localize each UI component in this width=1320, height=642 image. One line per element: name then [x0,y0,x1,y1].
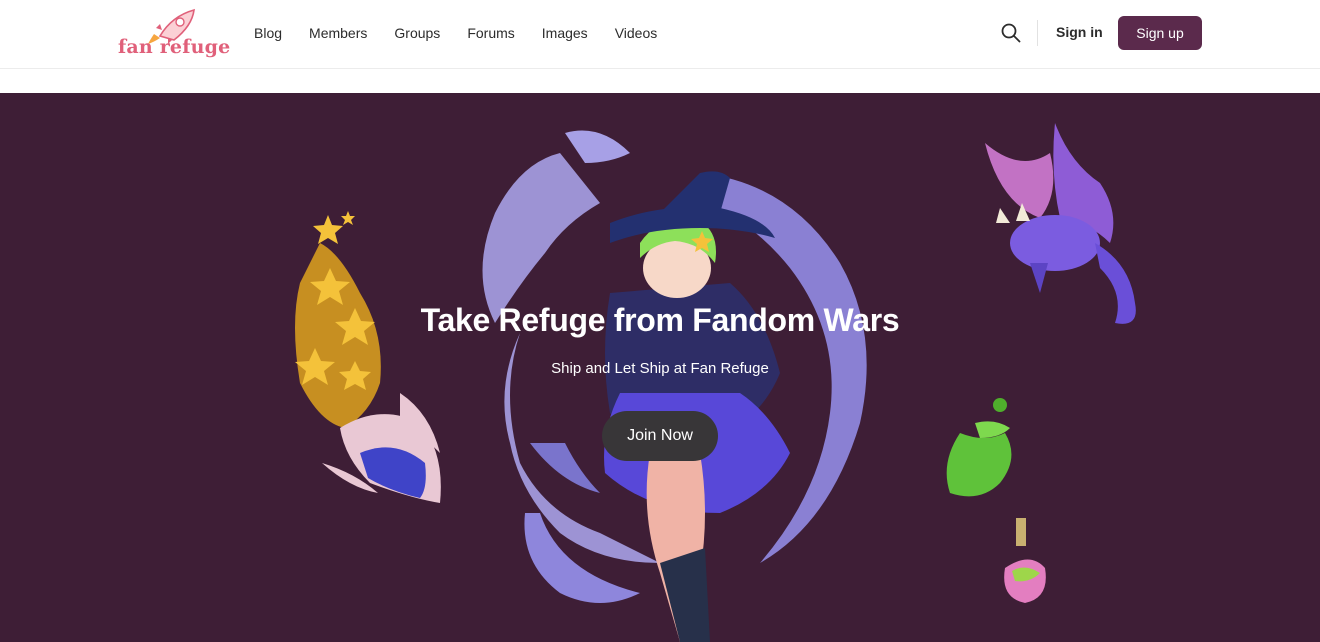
witch-character-illustration [482,130,867,642]
main-nav: Blog Members Groups Forums Images Videos [254,0,684,65]
sign-in-link[interactable]: Sign in [1056,24,1103,40]
search-button[interactable] [1000,22,1022,44]
hero-subtitle: Ship and Let Ship at Fan Refuge [551,360,769,377]
potion-illustration [946,398,1046,603]
hero-banner: Take Refuge from Fandom Wars Ship and Le… [0,93,1320,642]
nav-item-videos[interactable]: Videos [615,25,658,41]
search-icon [1001,23,1021,43]
site-header: fan refuge Blog Members Groups Forums Im… [0,0,1320,69]
nav-item-images[interactable]: Images [542,25,588,41]
sign-up-button[interactable]: Sign up [1118,16,1202,50]
nav-item-groups[interactable]: Groups [394,25,440,41]
nav-item-members[interactable]: Members [309,25,367,41]
logo-text: fan refuge [118,36,231,58]
nav-item-forums[interactable]: Forums [467,25,514,41]
dragon-illustration [985,123,1136,324]
join-now-button[interactable]: Join Now [602,411,718,461]
nav-item-blog[interactable]: Blog [254,25,282,41]
header-spacer [0,69,1320,93]
site-logo[interactable]: fan refuge [116,6,230,62]
hero-title: Take Refuge from Fandom Wars [420,302,900,338]
header-divider [1037,20,1038,46]
star-rocket-illustration [295,211,441,503]
